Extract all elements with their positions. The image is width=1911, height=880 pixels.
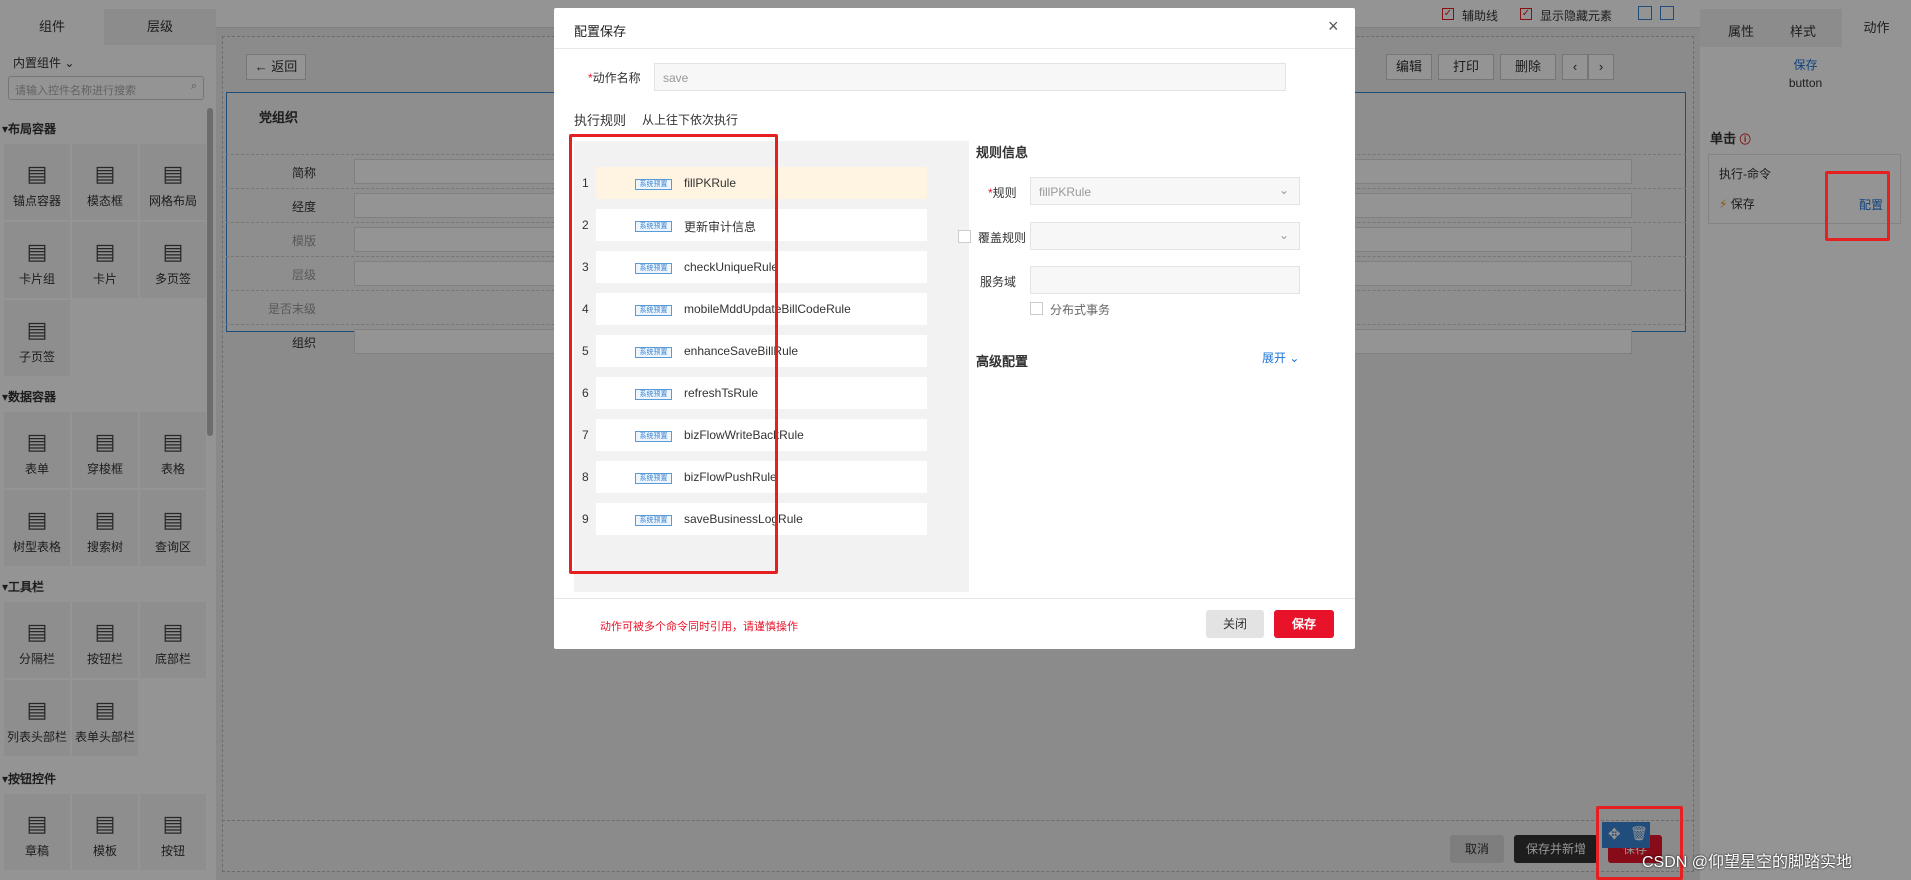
distributed-tx-label: 分布式事务 xyxy=(1050,303,1111,317)
close-button[interactable]: 关闭 xyxy=(1206,610,1264,638)
chevron-down-icon: ⌄ xyxy=(1278,183,1289,197)
action-name-text: 动作名称 xyxy=(592,71,641,85)
watermark: CSDN @仰望星空的脚踏实地 xyxy=(1642,854,1853,871)
rule-info-title: 规则信息 xyxy=(976,145,1029,160)
dialog-title: 配置保存 xyxy=(574,24,627,39)
rule-label-text: 规则 xyxy=(992,186,1017,200)
override-label: 覆盖规则 xyxy=(978,231,1027,245)
advanced-title: 高级配置 xyxy=(976,354,1029,369)
override-checkbox[interactable] xyxy=(958,230,971,243)
distributed-tx-checkbox[interactable] xyxy=(1030,302,1043,315)
config-save-dialog: 配置保存 × *动作名称 save 执行规则 从上往下依次执行 1 系统预置 fil… xyxy=(554,8,1355,649)
action-name-label: *动作名称 xyxy=(588,71,641,85)
rule-select[interactable]: fillPKRule ⌄ xyxy=(1030,177,1300,205)
dialog-footer-divider xyxy=(554,598,1355,599)
rule-label: *规则 xyxy=(988,186,1017,200)
action-name-input[interactable]: save xyxy=(654,63,1286,91)
domain-input[interactable] xyxy=(1030,266,1300,294)
override-select[interactable]: ⌄ xyxy=(1030,222,1300,250)
annotation-box-rules xyxy=(569,134,778,574)
rule-select-value: fillPKRule xyxy=(1039,185,1092,199)
warning-text: 动作可被多个命令同时引用，请谨慎操作 xyxy=(600,621,798,633)
domain-label: 服务域 xyxy=(980,275,1017,289)
rules-hint: 从上往下依次执行 xyxy=(642,113,739,127)
annotation-box-config xyxy=(1825,171,1890,241)
dialog-header-divider xyxy=(554,48,1355,49)
save-button[interactable]: 保存 xyxy=(1274,610,1334,638)
close-icon[interactable]: × xyxy=(1328,16,1339,37)
expand-label: 展开 xyxy=(1262,351,1287,365)
expand-link[interactable]: 展开 ⌄ xyxy=(1262,349,1299,366)
chevron-down-icon: ⌄ xyxy=(1289,351,1300,365)
chevron-down-icon: ⌄ xyxy=(1278,228,1289,242)
rules-label: 执行规则 xyxy=(574,113,627,128)
